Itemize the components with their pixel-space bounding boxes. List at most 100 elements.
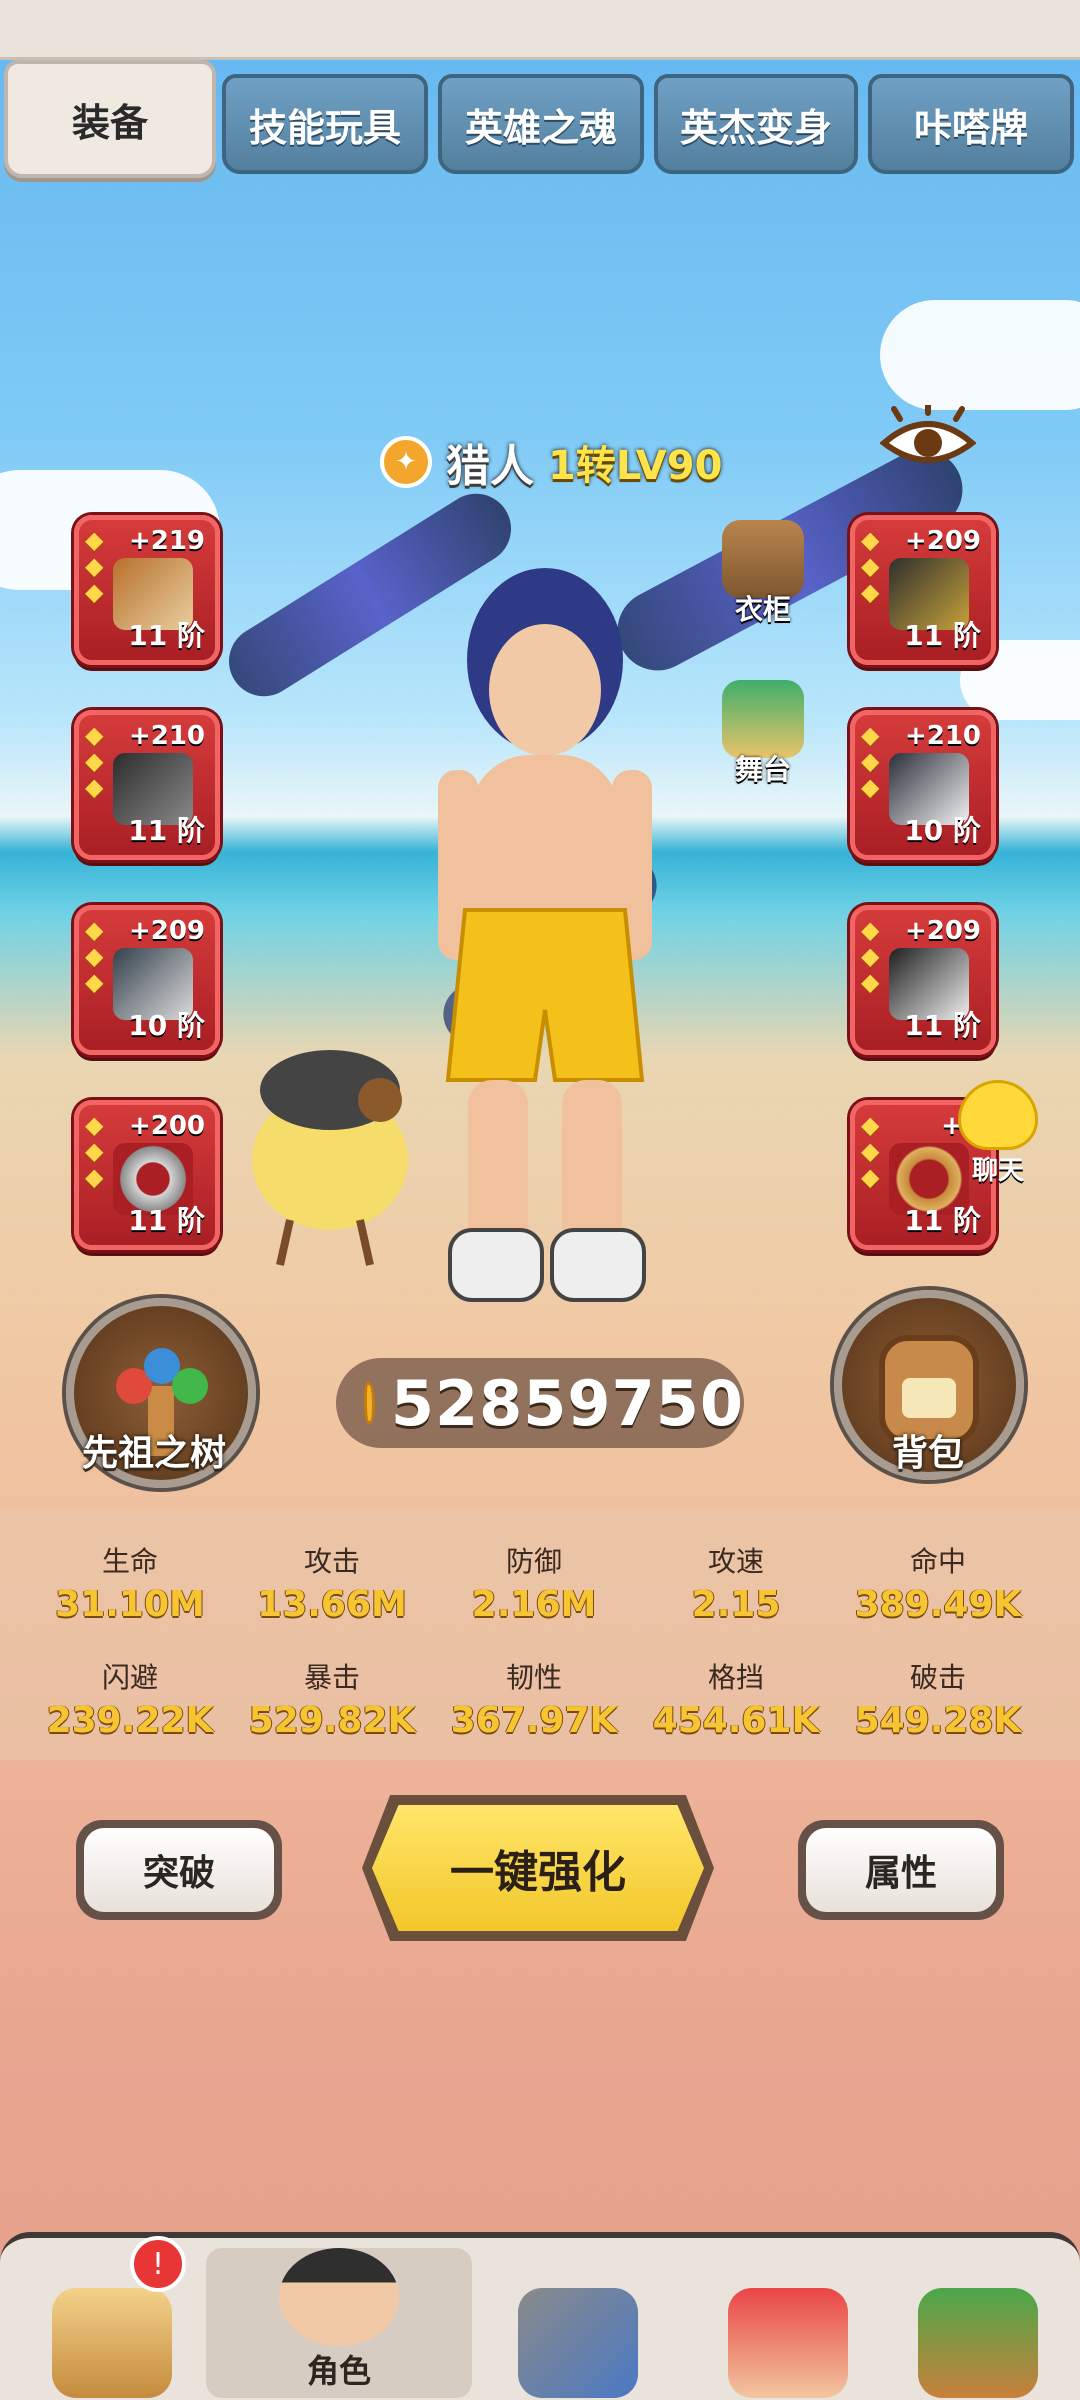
wardrobe-icon	[722, 520, 804, 598]
sword-icon	[518, 2288, 638, 2398]
rank-stars: ◆ ◆ ◆	[85, 526, 104, 606]
nav-role[interactable]: 角色	[206, 2248, 472, 2398]
character-name-line: ✦ 猎人 1转LV90	[380, 430, 722, 494]
enhance-level: +219	[128, 526, 205, 556]
equip-slot-helmet[interactable]: ◆ ◆ ◆ +210 11 阶	[74, 710, 220, 860]
stat-label: 破击	[909, 1661, 966, 1694]
chief-icon	[52, 2288, 172, 2398]
stat-value: 389.49K	[854, 1584, 1022, 1625]
tier-label: 11 阶	[904, 1009, 981, 1042]
tab-skill-toys[interactable]: 技能玩具	[222, 74, 428, 174]
nav-totem[interactable]	[878, 2248, 1078, 2398]
enhance-button-face: 一键强化	[372, 1805, 704, 1931]
stat-crit: 暴击 529.82K	[232, 1656, 432, 1741]
rank-stars: ◆ ◆ ◆	[861, 526, 880, 606]
stat-block: 格挡 454.61K	[636, 1656, 836, 1741]
enhance-level: +210	[904, 721, 981, 751]
enhance-level: +210	[128, 721, 205, 751]
rank-stars: ◆ ◆ ◆	[861, 916, 880, 996]
stat-label: 攻速	[707, 1545, 764, 1578]
stat-value: 454.61K	[652, 1700, 820, 1741]
stage-icon	[722, 680, 804, 758]
equip-slot-ring[interactable]: ◆ ◆ ◆ +200 11 阶	[74, 1100, 220, 1250]
stat-value: 13.66M	[257, 1584, 407, 1625]
stat-label: 格挡	[707, 1661, 764, 1694]
breakthrough-label: 突破	[84, 1828, 274, 1912]
tier-label: 11 阶	[128, 619, 205, 652]
stat-label: 防御	[505, 1545, 562, 1578]
tab-label: 技能玩具	[248, 105, 401, 150]
enhance-level: +209	[128, 916, 205, 946]
cloud-decoration	[880, 300, 1080, 410]
equip-slot-boots[interactable]: ◆ ◆ ◆ +209 11 阶	[850, 905, 996, 1055]
tab-hero-soul[interactable]: 英雄之魂	[438, 74, 644, 174]
rank-stars: ◆ ◆ ◆	[85, 1111, 104, 1191]
equip-slot-gauntlet[interactable]: ◆ ◆ ◆ +209 10 阶	[74, 905, 220, 1055]
gold-display: 52859750	[336, 1358, 744, 1448]
stat-value: 31.10M	[55, 1584, 205, 1625]
tab-hero-transform[interactable]: 英杰变身	[654, 74, 858, 174]
stat-value: 529.82K	[248, 1700, 416, 1741]
stat-label: 攻击	[303, 1545, 360, 1578]
tab-bar: 装备 技能玩具 英雄之魂 英杰变身 咔嗒牌	[0, 60, 1080, 180]
chat-button[interactable]: 聊天	[958, 1080, 1038, 1187]
eye-icon[interactable]	[880, 405, 976, 475]
enhance-label: 一键强化	[450, 1847, 626, 1898]
chat-label: 聊天	[971, 1156, 1024, 1186]
tier-label: 11 阶	[128, 1204, 205, 1237]
pet-dino-icon	[728, 2288, 848, 2398]
equip-slot-quiver[interactable]: ◆ ◆ ◆ +209 11 阶	[850, 515, 996, 665]
enhance-level: +209	[904, 526, 981, 556]
tab-click-cards[interactable]: 咔嗒牌	[868, 74, 1074, 174]
stat-value: 239.22K	[46, 1700, 214, 1741]
top-status-strip	[0, 0, 1080, 60]
equip-slot-armor[interactable]: ◆ ◆ ◆ +210 10 阶	[850, 710, 996, 860]
tier-label: 11 阶	[904, 1204, 981, 1237]
stats-panel: 生命 31.10M 攻击 13.66M 防御 2.16M 攻速 2.15 命中 389.4…	[0, 1510, 1080, 1760]
equip-slot-bow[interactable]: ◆ ◆ ◆ +219 11 阶	[74, 515, 220, 665]
tab-label: 英雄之魂	[464, 105, 617, 150]
tab-equipment[interactable]: 装备	[4, 60, 216, 178]
nav-pet[interactable]	[688, 2248, 888, 2398]
stat-label: 命中	[909, 1545, 966, 1578]
nav-role-label: 角色	[306, 2352, 371, 2390]
ancestor-tree-label: 先祖之树	[82, 1433, 227, 1474]
chat-face-icon	[958, 1080, 1038, 1150]
stat-defense: 防御 2.16M	[434, 1540, 634, 1625]
stat-hit: 命中 389.49K	[838, 1540, 1038, 1625]
role-icon	[279, 2248, 399, 2346]
stage-label: 舞台	[734, 753, 791, 786]
character-name: 猎人	[446, 441, 534, 492]
stage-button[interactable]: 舞台	[722, 680, 804, 788]
notification-badge: !	[151, 2246, 165, 2282]
attributes-label: 属性	[806, 1828, 996, 1912]
stat-toughness: 韧性 367.97K	[434, 1656, 634, 1741]
stat-pierce: 破击 549.28K	[838, 1656, 1038, 1741]
character-level: 1转LV90	[548, 443, 723, 489]
totem-icon	[918, 2288, 1038, 2398]
breakthrough-button[interactable]: 突破	[76, 1820, 282, 1920]
stat-value: 2.15	[691, 1584, 781, 1625]
tier-label: 11 阶	[128, 814, 205, 847]
tier-label: 11 阶	[904, 619, 981, 652]
tab-label: 英杰变身	[679, 105, 832, 150]
wardrobe-label: 衣柜	[734, 593, 791, 626]
tab-label: 咔嗒牌	[913, 105, 1028, 150]
rank-stars: ◆ ◆ ◆	[85, 916, 104, 996]
wardrobe-button[interactable]: 衣柜	[722, 520, 804, 628]
stat-value: 549.28K	[854, 1700, 1022, 1741]
enhance-level: +200	[128, 1111, 205, 1141]
gold-amount: 52859750	[390, 1366, 744, 1440]
one-click-enhance-button[interactable]: 一键强化	[362, 1795, 714, 1941]
stat-value: 2.16M	[471, 1584, 597, 1625]
notification-bell-icon[interactable]: !	[130, 2236, 186, 2292]
backpack-label: 背包	[892, 1433, 965, 1474]
stat-attack: 攻击 13.66M	[232, 1540, 432, 1625]
rank-stars: ◆ ◆ ◆	[861, 1111, 880, 1191]
hero-character	[438, 568, 652, 1302]
stat-hp: 生命 31.10M	[30, 1540, 230, 1625]
attributes-button[interactable]: 属性	[798, 1820, 1004, 1920]
nav-weapon[interactable]	[478, 2248, 678, 2398]
stat-dodge: 闪避 239.22K	[30, 1656, 230, 1741]
tier-label: 10 阶	[904, 814, 981, 847]
